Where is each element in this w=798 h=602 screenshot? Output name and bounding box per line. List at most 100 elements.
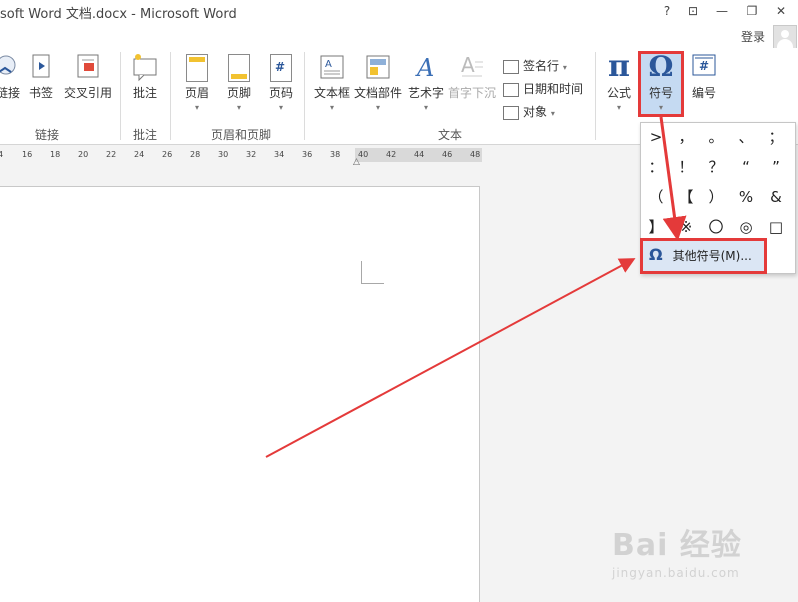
numbering-label: 编号	[691, 86, 716, 100]
comment-button[interactable]: 批注	[128, 52, 162, 101]
text-box-button[interactable]: A 文本框 ▾	[312, 52, 352, 112]
symbol-cell[interactable]: ）	[702, 184, 730, 210]
more-symbols-menu-item[interactable]: Ω 其他符号(M)...	[640, 238, 767, 274]
wordart-button[interactable]: A 艺术字 ▾	[406, 52, 446, 112]
sign-in-link[interactable]: 登录	[741, 28, 765, 45]
quick-parts-icon	[364, 52, 392, 82]
symbol-cell[interactable]: >	[642, 124, 670, 150]
symbol-cell[interactable]: ：	[642, 154, 670, 180]
margin-corner-mark	[361, 261, 384, 284]
link-label: 链接	[0, 86, 20, 100]
symbol-cell[interactable]: ，	[672, 124, 700, 150]
page-number-label: 页码	[268, 86, 293, 100]
text-group-label: 文本	[437, 128, 462, 142]
footer-icon	[228, 54, 250, 82]
symbol-cell[interactable]: ！	[672, 154, 700, 180]
chevron-down-icon: ▾	[423, 103, 428, 112]
document-page[interactable]	[0, 186, 480, 602]
close-icon[interactable]: ✕	[771, 2, 791, 20]
signature-line-label: 签名行	[523, 59, 560, 73]
symbol-cell[interactable]: ？	[702, 154, 730, 180]
equation-label: 公式	[606, 86, 631, 100]
ruler-tick-label: 42	[386, 150, 397, 159]
header-label: 页眉	[184, 86, 209, 100]
ribbon-display-options-icon[interactable]: ⊡	[683, 2, 703, 20]
symbol-cell[interactable]: &	[762, 184, 790, 210]
maximize-icon[interactable]: ❐	[742, 2, 762, 20]
symbol-grid: >，。、； ：！？ “” （【）% & 】 ※ 〇 ◎ □	[640, 124, 794, 240]
symbol-cell[interactable]: ；	[762, 124, 790, 150]
comment-icon	[131, 52, 159, 82]
indent-marker-icon[interactable]: △	[353, 157, 360, 167]
numbering-button[interactable]: # 编号	[686, 52, 722, 101]
wordart-label: 艺术字	[407, 86, 444, 100]
date-time-label: 日期和时间	[523, 82, 584, 96]
ruler-tick-label: 20	[78, 150, 89, 159]
account-row	[0, 24, 798, 48]
object-icon	[503, 105, 519, 120]
chevron-down-icon: ▾	[278, 103, 283, 112]
calendar-icon	[503, 82, 519, 97]
signature-line-icon	[503, 59, 519, 74]
symbol-cell[interactable]: □	[762, 214, 790, 240]
quick-parts-button[interactable]: 文档部件 ▾	[353, 52, 403, 112]
cross-reference-button[interactable]: 交叉引用	[62, 52, 114, 101]
chevron-down-icon: ▾	[550, 109, 555, 118]
symbol-cell[interactable]: 【	[672, 184, 700, 210]
symbol-cell[interactable]: （	[642, 184, 670, 210]
group-divider	[304, 52, 305, 140]
minimize-icon[interactable]: —	[712, 2, 732, 20]
ruler-tick-label: 22	[106, 150, 117, 159]
chevron-down-icon: ▾	[329, 103, 334, 112]
object-button[interactable]: 对象 ▾	[503, 103, 555, 120]
symbol-cell[interactable]: “	[732, 154, 760, 180]
link-button[interactable]: 链接	[0, 52, 26, 101]
text-box-icon: A	[318, 52, 346, 82]
drop-cap-label: 首字下沉	[447, 86, 496, 100]
pi-icon: π	[608, 49, 630, 84]
symbol-cell[interactable]: 、	[732, 124, 760, 150]
ruler-tick-label: 30	[218, 150, 229, 159]
symbol-cell[interactable]: 。	[702, 124, 730, 150]
chevron-down-icon: ▾	[562, 63, 567, 72]
drop-cap-icon: A	[458, 52, 486, 82]
symbol-cell[interactable]: ◎	[732, 214, 760, 240]
symbol-cell[interactable]: 】	[642, 214, 670, 240]
links-group-label: 链接	[34, 128, 59, 142]
drop-cap-button[interactable]: A 首字下沉	[447, 52, 497, 101]
chevron-down-icon: ▾	[236, 103, 241, 112]
symbol-cell[interactable]: ※	[672, 214, 700, 240]
footer-button[interactable]: 页脚 ▾	[222, 52, 256, 112]
group-divider	[120, 52, 121, 140]
ruler-tick-label: 46	[442, 150, 453, 159]
ruler-ticks: 4 16 18 20 22 24 26 28 30 32 34 36 38 40 42 44 46 48	[0, 148, 482, 162]
page-number-icon: #	[270, 54, 292, 82]
omega-icon: Ω	[649, 245, 663, 264]
symbol-cell[interactable]: ”	[762, 154, 790, 180]
watermark-main: Bai 经验	[612, 528, 742, 563]
ruler-tick-label: 26	[162, 150, 173, 159]
cross-reference-label: 交叉引用	[63, 86, 112, 100]
link-icon	[0, 52, 22, 82]
group-divider	[170, 52, 171, 140]
object-label: 对象	[523, 105, 548, 119]
chevron-down-icon: ▾	[375, 103, 380, 112]
equation-button[interactable]: π 公式 ▾	[600, 52, 638, 112]
ruler-tick-label: 38	[330, 150, 341, 159]
ruler-tick-label: 4	[0, 150, 4, 159]
svg-text:A: A	[415, 54, 434, 82]
symbol-button[interactable]: Ω 符号 ▾	[640, 52, 682, 112]
numbering-icon: #	[690, 52, 718, 82]
header-button[interactable]: 页眉 ▾	[180, 52, 214, 112]
page-number-button[interactable]: # 页码 ▾	[264, 52, 298, 112]
footer-label: 页脚	[226, 86, 251, 100]
help-icon[interactable]: ?	[657, 2, 677, 20]
watermark: Bai 经验 jingyan.baidu.com	[612, 520, 742, 580]
signature-line-button[interactable]: 签名行 ▾	[503, 57, 567, 74]
avatar[interactable]	[773, 25, 797, 49]
symbol-cell[interactable]: 〇	[702, 214, 730, 240]
bookmark-button[interactable]: 书签	[26, 52, 56, 101]
date-time-button[interactable]: 日期和时间	[503, 80, 583, 97]
chevron-down-icon: ▾	[616, 103, 621, 112]
symbol-cell[interactable]: %	[732, 184, 760, 210]
